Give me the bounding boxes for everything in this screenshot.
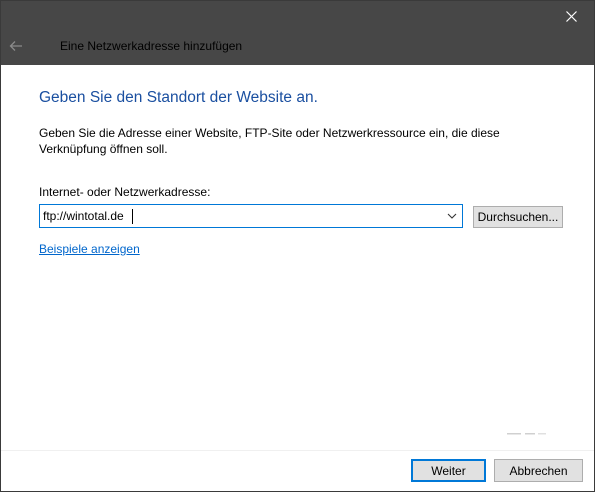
text-caret — [132, 209, 133, 224]
watermark-logo — [507, 431, 547, 439]
back-button[interactable] — [5, 35, 27, 57]
close-button[interactable] — [548, 1, 594, 31]
address-input[interactable] — [43, 207, 433, 225]
next-button[interactable]: Weiter — [411, 459, 486, 482]
chevron-down-icon[interactable] — [446, 210, 458, 222]
add-network-location-dialog: Eine Netzwerkadresse hinzufügen Geben Si… — [0, 0, 595, 492]
cancel-button[interactable]: Abbrechen — [494, 459, 583, 482]
wizard-page: Geben Sie den Standort der Website an. G… — [1, 65, 594, 491]
window-title: Eine Netzwerkadresse hinzufügen — [60, 39, 243, 53]
examples-link[interactable]: Beispiele anzeigen — [39, 242, 140, 256]
close-icon — [565, 10, 577, 22]
page-heading: Geben Sie den Standort der Website an. — [39, 89, 318, 106]
address-combobox[interactable] — [39, 204, 463, 228]
footer-divider — [1, 450, 594, 451]
page-description: Geben Sie die Adresse einer Website, FTP… — [39, 126, 500, 156]
back-arrow-icon — [9, 41, 22, 51]
browse-button[interactable]: Durchsuchen... — [473, 206, 563, 228]
title-bar: Eine Netzwerkadresse hinzufügen — [1, 1, 594, 65]
address-label: Internet- oder Netzwerkadresse: — [39, 185, 211, 199]
